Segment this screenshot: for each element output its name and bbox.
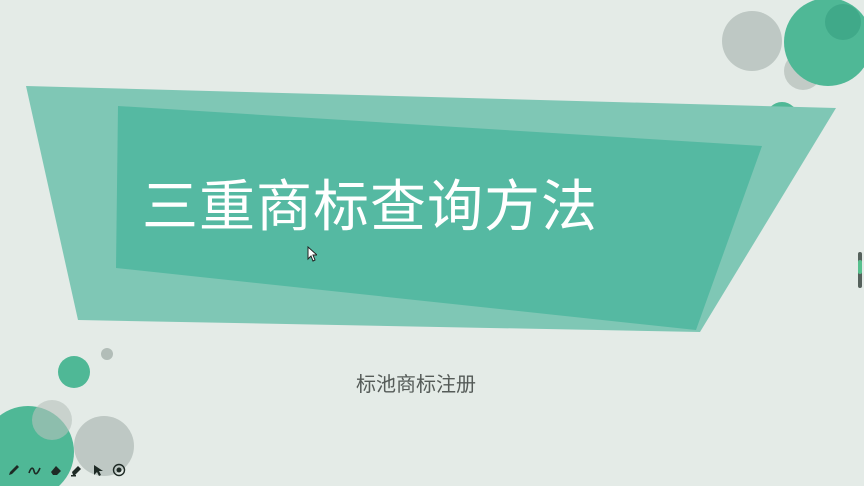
slide-subtitle: 标池商标注册 [356,372,476,396]
presentation-toolbar [6,462,126,477]
slide-decoration [0,0,864,486]
decor-circle-gray-large [722,11,782,71]
record-icon[interactable] [111,462,126,477]
decor-circle-gray-overlap [32,400,72,440]
pen-icon[interactable] [6,462,21,477]
scroll-thumb[interactable] [858,260,862,274]
mouse-cursor-icon [307,246,317,262]
scroll-indicator[interactable] [858,252,862,288]
slide-title: 三重商标查询方法 [142,175,598,240]
presentation-slide: 三重商标查询方法 标池商标注册 [0,0,864,486]
eraser-icon[interactable] [48,462,63,477]
decor-circle-green-small [58,356,90,388]
pointer-icon[interactable] [90,462,105,477]
decor-circle-dot-small [101,348,113,360]
decor-circle-green-inner [825,4,861,40]
ink-icon[interactable] [27,462,42,477]
highlighter-icon[interactable] [69,462,84,477]
